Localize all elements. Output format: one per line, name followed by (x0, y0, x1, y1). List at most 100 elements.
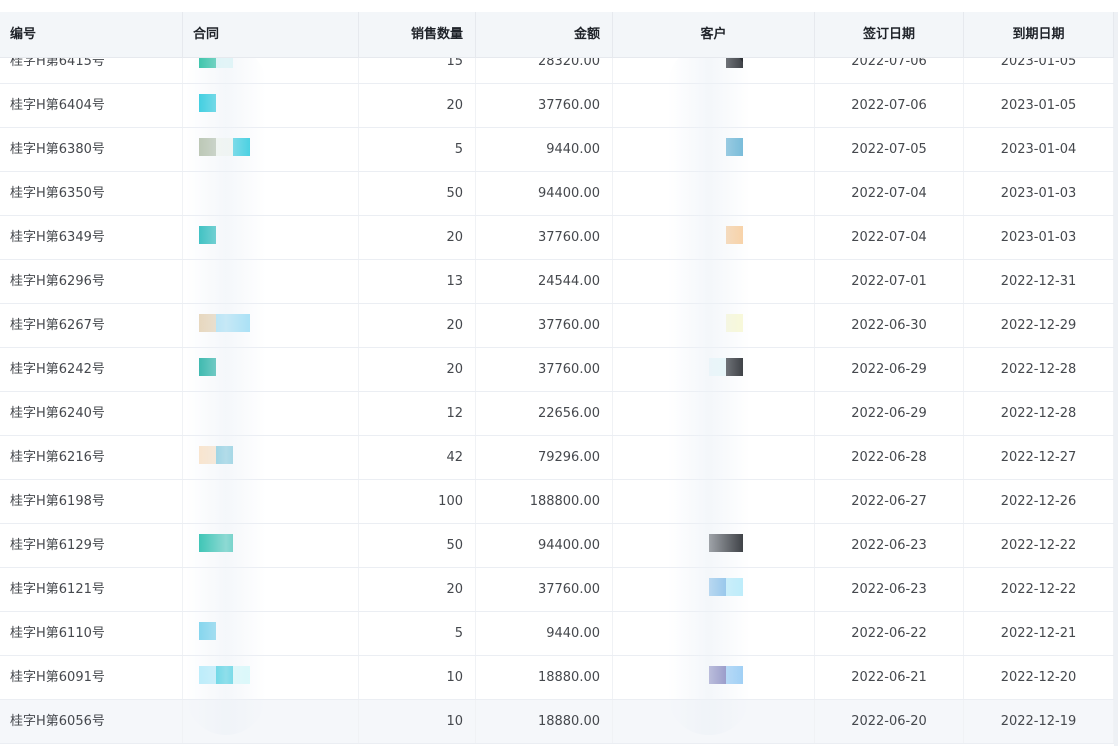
cell-amount: 94400.00 (476, 172, 613, 215)
cell-signed-date: 2022-06-23 (815, 568, 964, 611)
cell-expiry-date: 2022-12-29 (964, 304, 1114, 347)
cell-expiry-date: 2023-01-03 (964, 216, 1114, 259)
table-row[interactable]: 桂字H第6091号 10 18880.00 2022-06-21 2022-12-20 (0, 656, 1114, 700)
cell-contract[interactable] (183, 348, 359, 391)
table-row[interactable]: 桂字H第6240号 12 22656.00 2022-06-29 2022-12-28 (0, 392, 1114, 436)
cell-expiry-date: 2022-12-26 (964, 480, 1114, 523)
mosaic-block (199, 226, 216, 244)
cell-contract[interactable] (183, 216, 359, 259)
column-header-quantity[interactable]: 销售数量 (359, 12, 476, 57)
cell-quantity: 13 (359, 260, 476, 303)
column-header-expiry-date[interactable]: 到期日期 (964, 12, 1114, 57)
cell-amount: 94400.00 (476, 524, 613, 567)
cell-contract[interactable] (183, 700, 359, 743)
cell-client (613, 436, 815, 479)
cell-contract[interactable] (183, 57, 359, 83)
cell-contract[interactable] (183, 304, 359, 347)
cell-signed-date: 2022-06-27 (815, 480, 964, 523)
column-header-signed-date[interactable]: 签订日期 (815, 12, 964, 57)
cell-expiry-date: 2022-12-20 (964, 656, 1114, 699)
table-row[interactable]: 桂字H第6198号 100 188800.00 2022-06-27 2022-12-2… (0, 480, 1114, 524)
mosaic-block (233, 666, 250, 684)
table-row[interactable]: 桂字H第6129号 50 94400.00 2022-06-23 2022-12-22 (0, 524, 1114, 568)
cell-expiry-date: 2023-01-05 (964, 84, 1114, 127)
mosaic-block (199, 358, 216, 376)
cell-contract[interactable] (183, 656, 359, 699)
cell-amount: 24544.00 (476, 260, 613, 303)
mosaic-block (216, 446, 233, 464)
cell-contract[interactable] (183, 128, 359, 171)
cell-expiry-date: 2022-12-27 (964, 436, 1114, 479)
mosaic-block (726, 226, 743, 244)
mosaic-block (726, 534, 743, 552)
cell-amount: 37760.00 (476, 84, 613, 127)
cell-amount: 22656.00 (476, 392, 613, 435)
table-rows: 桂字H第6415号 15 28320.00 2022-07-06 2023-01-05 桂… (0, 57, 1114, 744)
mosaic-block (709, 578, 726, 596)
cell-id: 桂字H第6056号 (0, 700, 183, 743)
cell-contract[interactable] (183, 480, 359, 523)
cell-id: 桂字H第6267号 (0, 304, 183, 347)
mosaic-block (216, 57, 233, 68)
table-row[interactable]: 桂字H第6296号 13 24544.00 2022-07-01 2022-12-31 (0, 260, 1114, 304)
cell-contract[interactable] (183, 568, 359, 611)
cell-id: 桂字H第6091号 (0, 656, 183, 699)
cell-id: 桂字H第6198号 (0, 480, 183, 523)
cell-expiry-date: 2022-12-22 (964, 524, 1114, 567)
column-header-id[interactable]: 编号 (0, 12, 183, 57)
cell-signed-date: 2022-07-04 (815, 216, 964, 259)
cell-contract[interactable] (183, 172, 359, 215)
cell-client (613, 57, 815, 83)
cell-quantity: 12 (359, 392, 476, 435)
contract-mosaic (199, 358, 216, 376)
column-header-amount[interactable]: 金额 (476, 12, 613, 57)
cell-signed-date: 2022-07-01 (815, 260, 964, 303)
table-row[interactable]: 桂字H第6056号 10 18880.00 2022-06-20 2022-12-19 (0, 700, 1114, 744)
cell-quantity: 15 (359, 57, 476, 83)
mosaic-block (726, 578, 743, 596)
column-header-client[interactable]: 客户 (613, 12, 815, 57)
table-row[interactable]: 桂字H第6404号 20 37760.00 2022-07-06 2023-01-05 (0, 84, 1114, 128)
cell-contract[interactable] (183, 84, 359, 127)
table-row[interactable]: 桂字H第6216号 42 79296.00 2022-06-28 2022-12-27 (0, 436, 1114, 480)
client-mosaic (726, 138, 743, 156)
client-mosaic (709, 666, 743, 684)
cell-quantity: 5 (359, 612, 476, 655)
table-row[interactable]: 桂字H第6350号 50 94400.00 2022-07-04 2023-01-03 (0, 172, 1114, 216)
cell-id: 桂字H第6349号 (0, 216, 183, 259)
table-row[interactable]: 桂字H第6242号 20 37760.00 2022-06-29 2022-12-28 (0, 348, 1114, 392)
cell-signed-date: 2022-07-04 (815, 172, 964, 215)
cell-amount: 37760.00 (476, 304, 613, 347)
cell-client (613, 612, 815, 655)
cell-contract[interactable] (183, 524, 359, 567)
cell-id: 桂字H第6216号 (0, 436, 183, 479)
table-body: 桂字H第6415号 15 28320.00 2022-07-06 2023-01-05 桂… (0, 57, 1114, 746)
cell-signed-date: 2022-06-30 (815, 304, 964, 347)
scrollbar-track[interactable] (1114, 12, 1118, 746)
sales-contract-table: 编号 合同 销售数量 金额 客户 签订日期 到期日期 桂字H第6415号 15 28… (0, 12, 1114, 746)
cell-client (613, 216, 815, 259)
table-row[interactable]: 桂字H第6267号 20 37760.00 2022-06-30 2022-12-29 (0, 304, 1114, 348)
mosaic-block (233, 314, 250, 332)
table-header: 编号 合同 销售数量 金额 客户 签订日期 到期日期 (0, 12, 1114, 58)
client-mosaic (709, 578, 743, 596)
cell-contract[interactable] (183, 392, 359, 435)
cell-contract[interactable] (183, 436, 359, 479)
cell-client (613, 524, 815, 567)
table-row[interactable]: 桂字H第6121号 20 37760.00 2022-06-23 2022-12-22 (0, 568, 1114, 612)
table-row[interactable]: 桂字H第6380号 5 9440.00 2022-07-05 2023-01-04 (0, 128, 1114, 172)
table-row[interactable]: 桂字H第6110号 5 9440.00 2022-06-22 2022-12-21 (0, 612, 1114, 656)
mosaic-block (199, 622, 216, 640)
cell-contract[interactable] (183, 612, 359, 655)
column-header-contract[interactable]: 合同 (183, 12, 359, 57)
cell-signed-date: 2022-07-05 (815, 128, 964, 171)
cell-signed-date: 2022-06-23 (815, 524, 964, 567)
client-mosaic (726, 314, 743, 332)
table-row[interactable]: 桂字H第6415号 15 28320.00 2022-07-06 2023-01-05 (0, 57, 1114, 84)
mosaic-block (709, 666, 726, 684)
cell-client (613, 172, 815, 215)
cell-quantity: 50 (359, 524, 476, 567)
cell-contract[interactable] (183, 260, 359, 303)
table-row[interactable]: 桂字H第6349号 20 37760.00 2022-07-04 2023-01-03 (0, 216, 1114, 260)
cell-quantity: 10 (359, 656, 476, 699)
